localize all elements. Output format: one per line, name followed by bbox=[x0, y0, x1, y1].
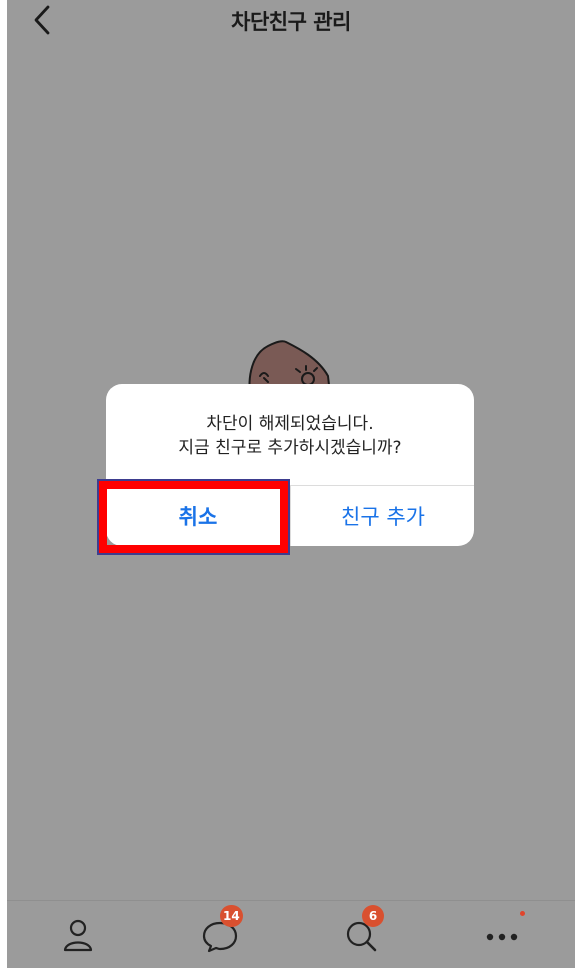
more-notification-dot bbox=[520, 911, 525, 916]
screen: 차단친구 관리 차단이 해제되었습니다. 지금 친구로 추가하시겠습니까? 취소… bbox=[7, 0, 575, 968]
header: 차단친구 관리 bbox=[7, 0, 575, 44]
add-friend-button[interactable]: 친구 추가 bbox=[291, 486, 474, 546]
tab-chats[interactable]: 14 bbox=[149, 901, 291, 968]
tab-friends[interactable] bbox=[7, 901, 149, 968]
tab-search[interactable]: 6 bbox=[291, 901, 433, 968]
person-icon bbox=[63, 919, 93, 952]
page-title: 차단친구 관리 bbox=[231, 10, 351, 34]
bottom-tab-bar: 14 6 bbox=[7, 900, 575, 968]
chats-badge: 14 bbox=[220, 905, 243, 927]
more-dots-icon bbox=[486, 933, 518, 941]
unblock-dialog: 차단이 해제되었습니다. 지금 친구로 추가하시겠습니까? 취소 친구 추가 bbox=[106, 384, 474, 546]
dialog-message-line2: 지금 친구로 추가하시겠습니까? bbox=[178, 438, 402, 458]
tab-more[interactable] bbox=[433, 901, 575, 968]
cancel-button[interactable]: 취소 bbox=[106, 486, 290, 546]
dialog-message: 차단이 해제되었습니다. 지금 친구로 추가하시겠습니까? bbox=[106, 412, 474, 460]
dialog-message-line1: 차단이 해제되었습니다. bbox=[206, 414, 374, 434]
search-badge: 6 bbox=[362, 905, 384, 927]
